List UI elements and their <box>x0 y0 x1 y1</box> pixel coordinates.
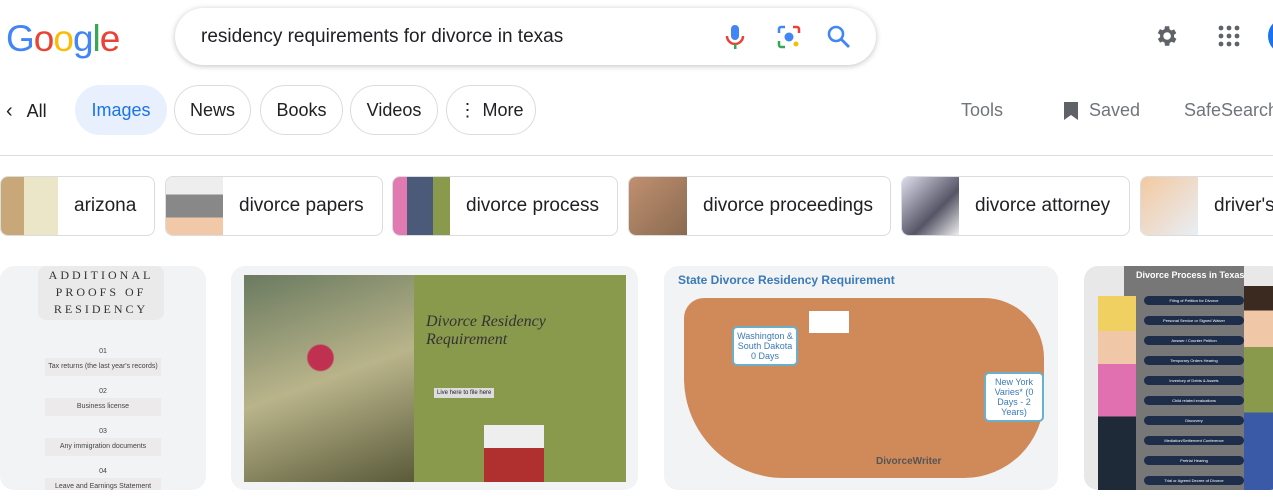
tools-button[interactable]: Tools <box>961 100 1003 121</box>
divider <box>0 155 1273 156</box>
chip-drivers[interactable]: driver's <box>1140 176 1273 236</box>
tab-more[interactable]: ⋮ More <box>446 85 536 135</box>
tab-books[interactable]: Books <box>260 85 343 135</box>
tab-videos[interactable]: Videos <box>350 85 438 135</box>
tab-news[interactable]: News <box>174 85 251 135</box>
south-dakota <box>809 311 849 333</box>
google-logo[interactable]: Google <box>6 18 120 60</box>
image-result-state-residency-map[interactable]: State Divorce Residency Requirement Wash… <box>664 266 1058 490</box>
chip-divorce-attorney[interactable]: divorce attorney <box>901 176 1130 236</box>
chip-thumbnail <box>902 177 959 235</box>
green-panel: Divorce Residency Requirement Live here … <box>414 275 626 482</box>
process-steps: Filing of Petition for Divorce Personal … <box>1144 296 1244 485</box>
chip-arizona[interactable]: arizona <box>0 176 155 236</box>
search-icon[interactable] <box>826 24 852 50</box>
bookmark-icon <box>1064 101 1078 120</box>
proofs-list: 01 Tax returns (the last year's records) … <box>45 346 161 490</box>
apps-grid-icon[interactable] <box>1217 24 1241 48</box>
woman-figure <box>1098 296 1136 490</box>
search-input[interactable]: residency requirements for divorce in te… <box>201 26 563 48</box>
microphone-icon[interactable] <box>723 23 747 51</box>
cactus-photo <box>244 275 414 482</box>
image-result-divorce-process-texas[interactable]: Divorce Process in Texas Filing of Petit… <box>1084 266 1273 490</box>
texas-flag-shape <box>484 425 544 482</box>
image-result-proofs-of-residency[interactable]: ADDITIONAL PROOFS OF RESIDENCY 01 Tax ret… <box>0 266 206 490</box>
tab-images[interactable]: Images <box>75 85 167 135</box>
man-figure <box>1244 286 1273 490</box>
chip-divorce-proceedings[interactable]: divorce proceedings <box>628 176 891 236</box>
chip-thumbnail <box>393 177 450 235</box>
tab-all[interactable]: ‹ All <box>6 100 47 123</box>
back-chevron-icon: ‹ <box>6 100 13 122</box>
chip-thumbnail <box>166 177 223 235</box>
chip-divorce-papers[interactable]: divorce papers <box>165 176 383 236</box>
image-title: ADDITIONAL PROOFS OF RESIDENCY <box>38 266 164 320</box>
saved-button[interactable]: Saved <box>1063 100 1140 121</box>
chip-divorce-process[interactable]: divorce process <box>392 176 618 236</box>
camera-lens-icon[interactable] <box>776 24 802 50</box>
image-result-divorce-residency-requirement[interactable]: Divorce Residency Requirement Live here … <box>231 266 638 490</box>
safesearch-button[interactable]: SafeSearch <box>1184 100 1273 121</box>
search-box[interactable]: residency requirements for divorce in te… <box>175 8 876 65</box>
account-avatar[interactable] <box>1268 18 1273 54</box>
more-dots-icon: ⋮ <box>458 99 477 120</box>
chip-thumbnail <box>1141 177 1198 235</box>
chip-thumbnail <box>1 177 58 235</box>
settings-gear-icon[interactable] <box>1153 23 1179 49</box>
chip-thumbnail <box>629 177 687 235</box>
divorcewriter-logo: DivorceWriter <box>876 456 942 467</box>
